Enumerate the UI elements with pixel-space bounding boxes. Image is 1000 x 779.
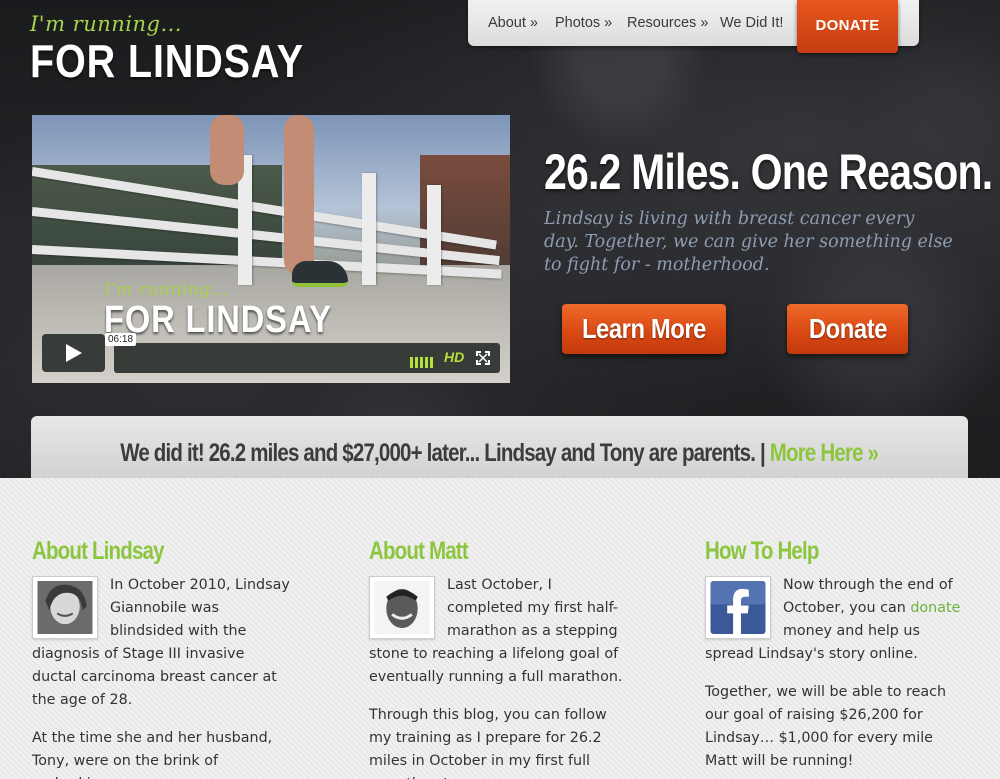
site-logo[interactable]: I'm running... FOR LINDSAY <box>30 12 349 86</box>
content-section: About Lindsay In October 2010, Lindsay G… <box>0 478 1000 779</box>
video-scene-post <box>362 173 376 285</box>
about-matt-column: About Matt Last October, I completed my … <box>369 536 629 779</box>
video-logo-name: FOR LINDSAY <box>104 299 332 341</box>
nav-item-we-did-it[interactable]: We Did It! <box>720 15 783 31</box>
video-progress-bar[interactable]: HD <box>114 343 500 373</box>
video-logo-tagline: I'm running... <box>104 280 229 300</box>
hero-tagline: Lindsay is living with breast cancer eve… <box>544 209 953 275</box>
hero-donate-button[interactable]: Donate <box>787 304 908 354</box>
play-button[interactable] <box>42 334 105 372</box>
matt-photo <box>374 581 430 634</box>
facebook-icon <box>710 581 766 634</box>
nav-item-about[interactable]: About » <box>488 15 538 31</box>
video-time: 06:18 <box>105 333 137 346</box>
about-lindsay-column: About Lindsay In October 2010, Lindsay G… <box>32 536 292 779</box>
hero-headline: 26.2 Miles. One Reason. <box>544 144 993 200</box>
hero-donate-label: Donate <box>808 313 887 344</box>
nav-item-photos[interactable]: Photos » <box>555 15 612 31</box>
announcement-bar: We did it! 26.2 miles and $27,000+ later… <box>31 416 968 478</box>
video-logo: I'm running... FOR LINDSAY <box>104 280 369 340</box>
about-matt-title: About Matt <box>369 537 469 565</box>
lindsay-photo <box>37 581 93 634</box>
video-player[interactable]: I'm running... FOR LINDSAY HD 06:18 <box>32 115 510 383</box>
learn-more-label: Learn More <box>581 313 707 344</box>
how-to-help-p2: Together, we will be able to reach our g… <box>705 684 947 769</box>
logo-tagline: I'm running... <box>30 12 182 36</box>
fullscreen-icon[interactable] <box>476 351 490 365</box>
how-to-help-title: How To Help <box>705 537 819 565</box>
about-matt-p2: Through this blog, you can follow my tra… <box>369 707 607 779</box>
how-to-help-text: Now through the end of October, you can … <box>705 574 965 666</box>
logo-name: FOR LINDSAY <box>30 35 304 87</box>
lindsay-avatar <box>32 576 98 639</box>
about-lindsay-title: About Lindsay <box>32 537 165 565</box>
video-scene-leg <box>210 115 244 185</box>
donate-link[interactable]: donate <box>910 600 960 616</box>
announcement-more-link[interactable]: More Here » <box>770 439 879 467</box>
video-scene-post <box>427 185 441 285</box>
learn-more-button[interactable]: Learn More <box>562 304 726 354</box>
hd-icon[interactable]: HD <box>444 349 464 365</box>
play-icon <box>66 344 82 362</box>
main-nav: About » Photos » Resources » We Did It! … <box>468 0 919 53</box>
facebook-avatar[interactable] <box>705 576 771 639</box>
nav-donate-button[interactable]: DONATE <box>797 0 898 53</box>
about-matt-text: Last October, I completed my first half-… <box>369 574 629 689</box>
nav-item-resources[interactable]: Resources » <box>627 15 708 31</box>
announcement-text: We did it! 26.2 miles and $27,000+ later… <box>120 439 771 467</box>
hero-section: I'm running... FOR LINDSAY About » Photo… <box>0 0 1000 478</box>
matt-avatar <box>369 576 435 639</box>
video-scene-leg <box>284 115 314 275</box>
about-lindsay-text: In October 2010, Lindsay Giannobile was … <box>32 574 292 712</box>
volume-icon[interactable] <box>410 353 436 368</box>
how-to-help-column: How To Help Now through the end of Octob… <box>705 536 965 773</box>
about-lindsay-p2: At the time she and her husband, Tony, w… <box>32 730 273 779</box>
